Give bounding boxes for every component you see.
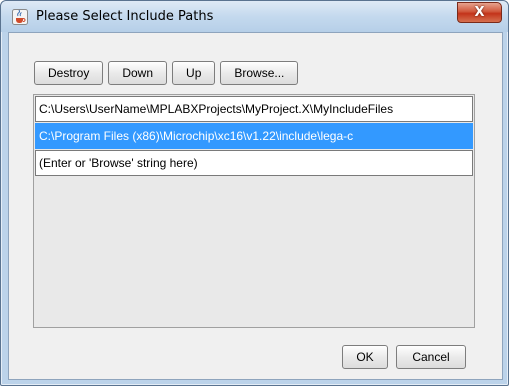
toolbar: Destroy Down Up Browse... (34, 61, 299, 85)
cancel-button[interactable]: Cancel (396, 345, 466, 369)
path-row[interactable]: C:\Users\UserName\MPLABXProjects\MyProje… (35, 96, 473, 122)
dialog-window: Please Select Include Paths X Destroy Do… (0, 0, 509, 386)
include-paths-list[interactable]: C:\Users\UserName\MPLABXProjects\MyProje… (33, 94, 475, 328)
close-icon: X (474, 5, 485, 20)
path-entry-field[interactable]: (Enter or 'Browse' string here) (35, 150, 473, 176)
down-button[interactable]: Down (108, 61, 168, 85)
ok-button[interactable]: OK (342, 345, 388, 369)
up-button[interactable]: Up (172, 61, 216, 85)
dialog-content: Destroy Down Up Browse... C:\Users\UserN… (8, 32, 503, 380)
browse-button[interactable]: Browse... (220, 61, 299, 85)
window-title: Please Select Include Paths (36, 9, 214, 24)
destroy-button[interactable]: Destroy (34, 61, 104, 85)
close-button[interactable]: X (457, 2, 502, 23)
java-cup-icon (12, 9, 28, 25)
path-row-selected[interactable]: C:\Program Files (x86)\Microchip\xc16\v1… (35, 123, 473, 149)
title-bar[interactable]: Please Select Include Paths X (1, 1, 508, 32)
